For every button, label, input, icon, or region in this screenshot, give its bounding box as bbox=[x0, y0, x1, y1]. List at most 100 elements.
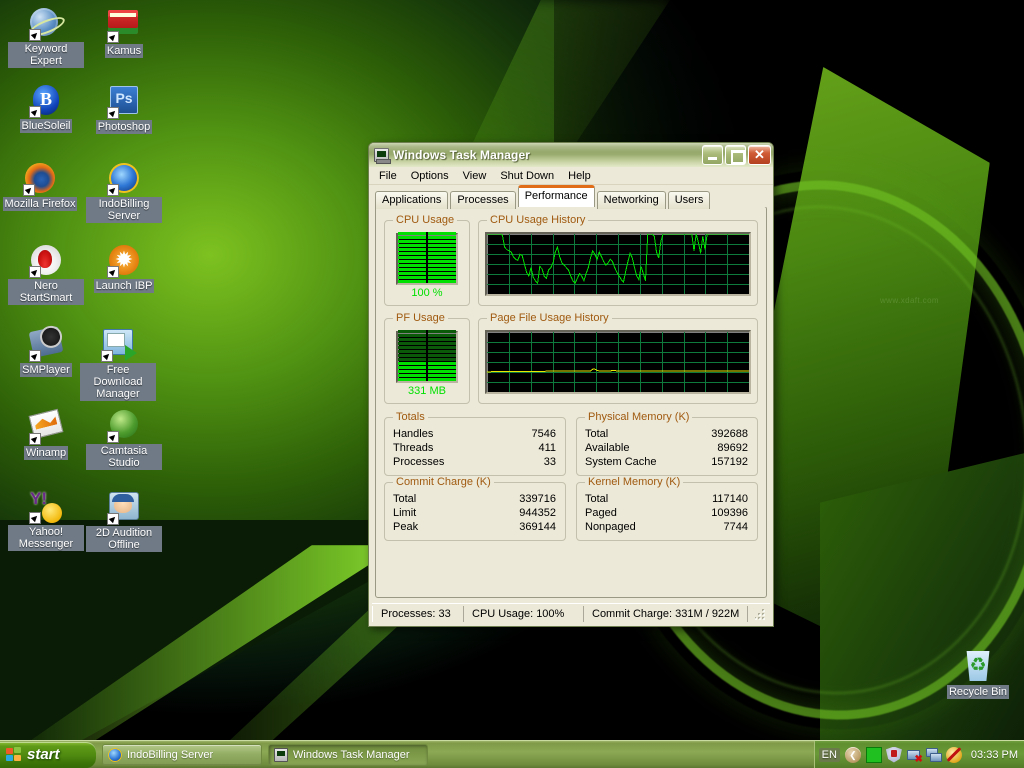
meter-segment bbox=[398, 374, 456, 377]
menu-item-help[interactable]: Help bbox=[562, 168, 597, 184]
stat-value: 33 bbox=[543, 456, 556, 468]
desktop-icon-nero-startsmart[interactable]: Nero StartSmart bbox=[8, 244, 84, 305]
green-status-icon[interactable] bbox=[865, 746, 882, 763]
taskmanager-icon bbox=[274, 747, 288, 762]
stat-row: Total 339716 bbox=[391, 492, 559, 506]
close-icon[interactable] bbox=[748, 145, 771, 165]
cpu-usage-legend: CPU Usage bbox=[396, 214, 455, 226]
network-disconnected-icon[interactable] bbox=[906, 747, 923, 765]
commit-charge-group: Commit Charge (K) Total 339716 Limit 944352… bbox=[384, 476, 566, 541]
desktop-icon-camtasia-studio[interactable]: Camtasia Studio bbox=[86, 408, 162, 470]
desktop-icon-keyword-expert[interactable]: Keyword Expert bbox=[8, 6, 84, 68]
stat-label: Total bbox=[393, 493, 417, 505]
globe-satellite-icon bbox=[29, 8, 62, 41]
title-bar[interactable]: Windows Task Manager bbox=[369, 143, 773, 167]
meter-segment bbox=[398, 256, 456, 259]
kernel-memory-group: Kernel Memory (K) Total 117140 Paged 109396… bbox=[576, 476, 758, 541]
photoshop-icon bbox=[107, 86, 140, 119]
nero-flame-icon bbox=[29, 245, 62, 278]
meter-segment bbox=[398, 264, 456, 267]
stat-value: 7546 bbox=[531, 428, 556, 440]
desktop-icon-yahoo-messenger[interactable]: Yahoo! Messenger bbox=[8, 490, 84, 551]
start-button[interactable]: start bbox=[0, 741, 96, 768]
stat-label: Paged bbox=[585, 507, 617, 519]
meter-segment bbox=[398, 378, 456, 381]
security-shield-icon[interactable] bbox=[885, 746, 902, 763]
desktop-icon-recycle-bin[interactable]: Recycle Bin bbox=[940, 650, 1016, 699]
desktop-icon-label: BlueSoleil bbox=[19, 119, 73, 133]
tab-processes[interactable]: Processes bbox=[450, 191, 516, 209]
stat-value: 117140 bbox=[712, 493, 748, 505]
stat-row: Paged 109396 bbox=[583, 506, 751, 520]
tab-performance[interactable]: Performance bbox=[517, 185, 595, 207]
desktop-icon-mozilla-firefox[interactable]: Mozilla Firefox bbox=[2, 162, 78, 211]
stat-row: Peak 369144 bbox=[391, 520, 559, 534]
desktop-icon-smplayer[interactable]: SMPlayer bbox=[8, 326, 84, 377]
system-tray[interactable]: EN 03:33 PM bbox=[813, 740, 1024, 768]
clock[interactable]: 03:33 PM bbox=[971, 749, 1018, 761]
desktop-icon-label: Kamus bbox=[104, 44, 144, 58]
maximize-icon[interactable] bbox=[725, 145, 746, 165]
desktop-icon-launch-ibp[interactable]: Launch IBP bbox=[86, 244, 162, 293]
taskbar-button-indobilling-server[interactable]: IndoBilling Server bbox=[102, 743, 262, 766]
desktop-icon-label: IndoBilling Server bbox=[86, 197, 162, 223]
firefox-icon bbox=[23, 163, 56, 196]
desktop-icon-bluesoleil[interactable]: BlueSoleil bbox=[8, 84, 84, 133]
stat-row: Processes 33 bbox=[391, 455, 559, 469]
stat-row: Nonpaged 7744 bbox=[583, 520, 751, 534]
meter-segment bbox=[398, 354, 456, 357]
desktop-icon-free-download-manager[interactable]: Free Download Manager bbox=[80, 326, 156, 401]
menu-bar[interactable]: File Options View Shut Down Help bbox=[369, 167, 773, 185]
shortcut-arrow-icon bbox=[101, 350, 113, 362]
pf-usage-legend: PF Usage bbox=[396, 312, 445, 324]
stat-label: Total bbox=[585, 428, 609, 440]
desktop-icon-winamp[interactable]: Winamp bbox=[8, 408, 84, 460]
taskbar-button-windows-task-manager[interactable]: Windows Task Manager bbox=[268, 743, 428, 766]
stat-label: Peak bbox=[393, 521, 419, 533]
taskbar[interactable]: start IndoBilling Server Windows Task Man… bbox=[0, 740, 1024, 768]
meter-segment bbox=[398, 272, 456, 275]
stat-value: 339716 bbox=[519, 493, 556, 505]
page-file-usage-history-chart bbox=[485, 330, 751, 394]
resize-grip-icon[interactable] bbox=[755, 609, 767, 621]
taskbar-button-label: Windows Task Manager bbox=[293, 748, 410, 761]
shortcut-arrow-icon bbox=[29, 106, 41, 118]
shortcut-arrow-icon bbox=[23, 184, 35, 196]
menu-item-shut-down[interactable]: Shut Down bbox=[494, 168, 560, 184]
network-connection-icon[interactable] bbox=[925, 747, 942, 763]
menu-item-options[interactable]: Options bbox=[405, 168, 455, 184]
stat-row: Limit 944352 bbox=[391, 506, 559, 520]
desktop-icon-kamus[interactable]: Kamus bbox=[86, 6, 162, 58]
tab-networking[interactable]: Networking bbox=[596, 191, 666, 209]
desktop-icon-label: Yahoo! Messenger bbox=[8, 525, 84, 551]
shortcut-arrow-icon bbox=[29, 512, 41, 524]
stat-label: System Cache bbox=[585, 456, 657, 468]
desktop-icon-2d-audition-offline[interactable]: 2D Audition Offline bbox=[86, 490, 162, 552]
desktop-icon-indobilling-server[interactable]: IndoBilling Server bbox=[86, 162, 162, 223]
stat-value: 944352 bbox=[519, 507, 556, 519]
desktop-icon-label: Nero StartSmart bbox=[8, 279, 84, 305]
desktop-icon-photoshop[interactable]: Photoshop bbox=[86, 84, 162, 134]
tab-bar[interactable]: Applications Processes Performance Networki… bbox=[369, 185, 773, 209]
pf-meter-bars bbox=[398, 330, 456, 381]
tab-applications[interactable]: Applications bbox=[375, 191, 449, 209]
task-manager-window[interactable]: Windows Task Manager FileOptionsViewShut… bbox=[368, 142, 774, 627]
windows-flag-icon bbox=[6, 746, 23, 763]
language-indicator[interactable]: EN bbox=[818, 747, 840, 762]
menu-item-view[interactable]: View bbox=[457, 168, 493, 184]
stat-label: Threads bbox=[393, 442, 434, 454]
camtasia-orb-icon bbox=[107, 410, 140, 443]
menu-item-file[interactable]: File bbox=[373, 168, 403, 184]
chart-plot-line bbox=[487, 368, 749, 373]
stat-value: 411 bbox=[538, 442, 556, 454]
meter-segment bbox=[398, 346, 456, 349]
minimize-icon[interactable] bbox=[702, 145, 723, 165]
tab-users[interactable]: Users bbox=[667, 191, 711, 209]
blocked-icon[interactable] bbox=[945, 746, 962, 763]
bluetooth-icon bbox=[29, 85, 62, 118]
cpu-history-group: CPU Usage History bbox=[478, 214, 758, 306]
totals-rows: Handles 7546 Threads 411 Processes 33 bbox=[391, 427, 559, 469]
meter-segment bbox=[398, 252, 456, 255]
recycle-bin-icon bbox=[962, 651, 994, 683]
chevron-left-icon[interactable] bbox=[844, 746, 861, 763]
